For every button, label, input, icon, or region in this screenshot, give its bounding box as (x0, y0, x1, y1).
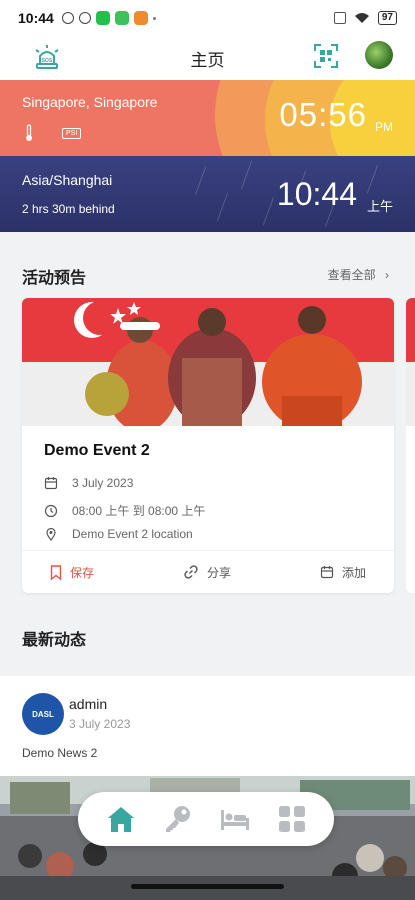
event-time-row: 08:00 上午 到 08:00 上午 (44, 502, 205, 519)
see-all-label: 查看全部 (327, 268, 376, 282)
next-event-card-peek[interactable] (406, 298, 415, 593)
clock-icon (44, 504, 58, 517)
add-label: 添加 (341, 565, 366, 580)
local-city: Singapore, Singapore (22, 94, 158, 110)
link-icon (184, 565, 198, 579)
event-location-row: Demo Event 2 location (44, 527, 193, 541)
status-time: 10:44 (18, 10, 54, 26)
nav-home[interactable] (101, 799, 141, 839)
next-event-image-lower (406, 362, 415, 426)
app-orange-icon (133, 11, 148, 25)
event-date-row: 3 July 2023 (44, 476, 133, 490)
events-section: 活动预告 查看全部 › Demo Event 2 3 July 2023 08:… (0, 232, 415, 612)
app-header: SOS 主页 (0, 36, 415, 80)
event-image (22, 298, 394, 426)
psi-badge[interactable]: PSI (62, 127, 82, 139)
qr-scan-icon[interactable] (313, 43, 339, 74)
events-section-title: 活动预告 (22, 270, 87, 287)
event-location: Demo Event 2 location (72, 527, 193, 541)
news-item[interactable]: DASL admin 3 July 2023 Demo News 2 (0, 676, 415, 776)
event-time: 08:00 上午 到 08:00 上午 (72, 504, 206, 518)
nav-rooms[interactable] (215, 799, 255, 839)
event-card[interactable]: Demo Event 2 3 July 2023 08:00 上午 到 08:0… (22, 298, 394, 593)
wifi-icon (354, 13, 369, 23)
app-green-icon (114, 11, 129, 25)
remote-city: Asia/Shanghai (22, 172, 113, 188)
home-indicator-bar[interactable] (131, 884, 284, 889)
share-button[interactable]: 分享 (183, 564, 231, 581)
rain-streak (262, 196, 275, 226)
local-time: 05:56 (279, 96, 367, 133)
news-date: 3 July 2023 (69, 717, 131, 731)
sim-icon (333, 12, 346, 24)
key-icon (165, 806, 190, 832)
local-clock-card: Singapore, Singapore PSI 05:56 PM (0, 80, 415, 156)
user-avatar[interactable] (365, 41, 393, 69)
wechat-icon (95, 11, 110, 25)
location-pin-icon (46, 527, 56, 541)
remote-ampm: 上午 (366, 199, 393, 214)
status-right: 97 (333, 11, 397, 25)
sos-alarm-icon[interactable]: SOS (32, 42, 62, 77)
rain-streak (194, 166, 207, 196)
home-icon (107, 807, 134, 832)
event-title: Demo Event 2 (44, 442, 150, 459)
save-button[interactable]: 保存 (50, 564, 94, 581)
share-label: 分享 (206, 565, 231, 580)
news-author-avatar: DASL (22, 693, 64, 735)
thermometer-icon[interactable] (24, 124, 34, 142)
news-avatar-text: DASL (32, 709, 54, 719)
nav-keys[interactable] (158, 799, 198, 839)
remote-time-difference: 2 hrs 30m behind (22, 202, 115, 216)
local-ampm: PM (375, 120, 393, 134)
news-author: admin (69, 696, 108, 712)
calendar-add-icon (320, 566, 334, 579)
nav-more[interactable] (272, 799, 312, 839)
status-bar: 10:44 97 (0, 0, 415, 36)
dot-icon (152, 16, 156, 20)
event-date: 3 July 2023 (72, 476, 134, 490)
save-label: 保存 (70, 565, 95, 580)
bed-icon (220, 810, 249, 830)
event-actions: 保存 分享 添加 (22, 550, 394, 593)
status-notification-icons (61, 11, 156, 25)
svg-text:SOS: SOS (42, 58, 53, 64)
rain-streak (240, 160, 253, 190)
rain-streak (216, 192, 229, 222)
local-weather-icons: PSI (24, 124, 82, 142)
next-event-image (406, 298, 415, 362)
see-all-link[interactable]: 查看全部 › (328, 266, 389, 283)
remote-clock-card: Asia/Shanghai 2 hrs 30m behind 10:44 上午 (0, 156, 415, 232)
bottom-navigation (78, 792, 334, 846)
battery-indicator: 97 (377, 11, 397, 25)
page-title: 主页 (190, 50, 225, 70)
remote-time: 10:44 (276, 176, 357, 212)
bookmark-icon (50, 564, 62, 580)
alarm-icon (61, 12, 74, 24)
alarm-clock-icon (78, 12, 91, 24)
chevron-right-icon: › (385, 268, 389, 282)
calendar-icon (44, 477, 58, 490)
add-to-calendar-button[interactable]: 添加 (320, 564, 366, 581)
grid-icon (278, 806, 305, 832)
news-body: Demo News 2 (22, 746, 98, 760)
news-section-title: 最新动态 (22, 632, 87, 649)
rain-streak (366, 164, 379, 194)
